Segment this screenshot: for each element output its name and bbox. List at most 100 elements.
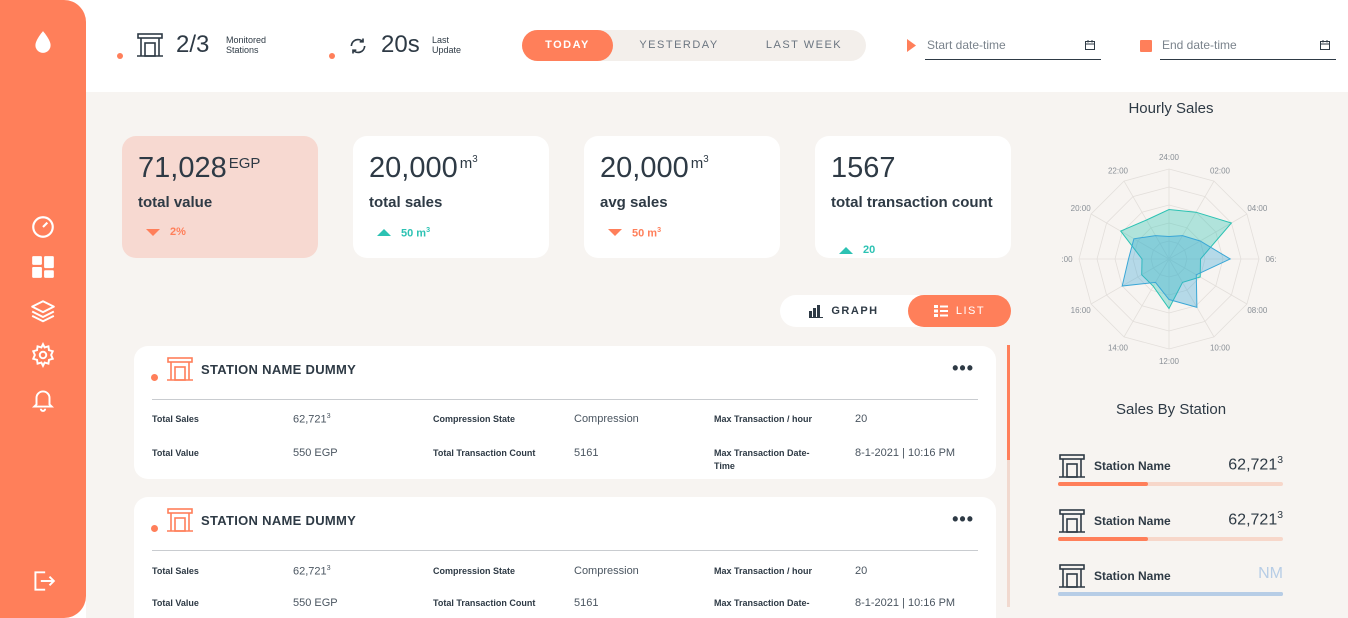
compression-label: Compression State bbox=[433, 414, 516, 424]
total-sales-value: 62,7213 bbox=[293, 564, 331, 578]
status-dot bbox=[151, 525, 158, 532]
radar-tick-label: 06: bbox=[1265, 255, 1276, 264]
kpi-total-sales: 20,000 m3 total sales 50 m3 bbox=[353, 136, 549, 258]
gas-station-icon bbox=[167, 508, 193, 532]
arrow-up-icon bbox=[839, 246, 853, 254]
total-value-value: 550 EGP bbox=[293, 597, 338, 609]
more-options-icon[interactable]: ••• bbox=[952, 358, 974, 379]
tab-last-week[interactable]: LAST WEEK bbox=[744, 30, 864, 61]
station-sales-bar bbox=[1058, 592, 1283, 596]
radar-tick-label: 04:00 bbox=[1247, 204, 1268, 213]
list-button[interactable]: LIST bbox=[908, 295, 1011, 327]
station-sales-value: NM bbox=[1258, 565, 1283, 582]
end-date-input[interactable]: End date-time bbox=[1160, 34, 1336, 60]
total-value-value: 550 EGP bbox=[293, 447, 338, 459]
header: 2/3 Monitored Stations 20s Last Update TOD… bbox=[86, 0, 1348, 92]
station-sales-row[interactable]: Station Name 62,7213 bbox=[1058, 508, 1283, 548]
station-sales-bar-fill bbox=[1058, 537, 1148, 541]
dashboard-icon[interactable] bbox=[28, 252, 58, 282]
start-date-input[interactable]: Start date-time bbox=[925, 34, 1101, 60]
drop-icon[interactable] bbox=[28, 27, 58, 57]
bell-icon[interactable] bbox=[28, 384, 58, 414]
tab-today[interactable]: TODAY bbox=[522, 30, 613, 61]
max-txn-value: 20 bbox=[855, 565, 868, 577]
radar-tick-label: 24:00 bbox=[1159, 153, 1180, 162]
status-dot bbox=[329, 53, 335, 59]
period-tabs: TODAY YESTERDAY LAST WEEK bbox=[522, 30, 866, 61]
max-txn-value: 20 bbox=[855, 413, 868, 425]
monitored-label: Monitored Stations bbox=[226, 35, 267, 55]
sales-by-station-title: Sales By Station bbox=[1115, 401, 1227, 418]
kpi-label: total sales bbox=[369, 194, 443, 211]
station-card[interactable]: STATION NAME DUMMY ••• Total Sales 62,72… bbox=[134, 497, 996, 618]
txn-count-label: Total Transaction Count bbox=[433, 448, 536, 458]
kpi-delta: 20 bbox=[839, 244, 875, 256]
gas-station-icon bbox=[1059, 509, 1085, 533]
max-dt-value: 8-1-2021 | 10:16 PM bbox=[855, 597, 956, 609]
txn-count-value: 5161 bbox=[574, 597, 599, 609]
station-sales-name: Station Name bbox=[1094, 569, 1171, 583]
refresh-icon[interactable] bbox=[348, 36, 368, 56]
logout-icon[interactable] bbox=[28, 566, 58, 596]
max-dt-label: Max Transaction Date-Time bbox=[714, 448, 810, 471]
station-sales-row[interactable]: Station Name NM bbox=[1058, 563, 1283, 603]
max-txn-label: Max Transaction / hour bbox=[714, 566, 813, 576]
sidebar bbox=[0, 0, 86, 618]
kpi-value: 20,000 m3 bbox=[600, 152, 709, 184]
hourly-sales-title: Hourly Sales bbox=[1128, 100, 1214, 117]
radar-tick-label: 02:00 bbox=[1210, 167, 1231, 176]
station-sales-bar bbox=[1058, 482, 1283, 486]
end-marker-icon bbox=[1140, 40, 1152, 52]
last-update-label: Last Update bbox=[432, 35, 462, 55]
graph-button[interactable]: GRAPH bbox=[780, 295, 908, 327]
max-txn-label: Max Transaction / hour bbox=[714, 414, 813, 424]
divider bbox=[152, 399, 978, 400]
scrollbar-thumb[interactable] bbox=[1007, 345, 1010, 460]
kpi-delta: 2% bbox=[146, 226, 186, 238]
radar-tick-label: 12:00 bbox=[1159, 357, 1180, 366]
last-update-value: 20s bbox=[381, 31, 420, 58]
calendar-icon[interactable] bbox=[1085, 40, 1095, 50]
kpi-value: 20,000 m3 bbox=[369, 152, 478, 184]
status-dot bbox=[151, 374, 158, 381]
status-dot bbox=[117, 53, 123, 59]
layers-icon[interactable] bbox=[28, 296, 58, 326]
bar-chart-icon bbox=[809, 304, 824, 318]
station-sales-name: Station Name bbox=[1094, 514, 1171, 528]
radar-series-1[interactable] bbox=[1121, 235, 1232, 308]
total-sales-value: 62,7213 bbox=[293, 412, 331, 426]
compression-value: Compression bbox=[574, 565, 639, 577]
tab-yesterday[interactable]: YESTERDAY bbox=[619, 30, 739, 61]
station-sales-bar bbox=[1058, 537, 1283, 541]
radar-tick-label: 16:00 bbox=[1071, 306, 1092, 315]
total-sales-label: Total Sales bbox=[152, 566, 199, 576]
kpi-delta: 50 m3 bbox=[377, 226, 430, 240]
txn-count-value: 5161 bbox=[574, 447, 599, 459]
kpi-value: 1567 bbox=[831, 152, 896, 184]
monitored-count: 2/3 bbox=[176, 31, 210, 58]
kpi-label: total value bbox=[138, 194, 213, 211]
gauge-icon[interactable] bbox=[28, 212, 58, 242]
arrow-down-icon bbox=[608, 229, 622, 237]
station-sales-value: 62,7213 bbox=[1228, 455, 1283, 474]
total-value-label: Total Value bbox=[152, 448, 199, 458]
radar-tick-label: 14:00 bbox=[1108, 343, 1129, 352]
radar-tick-label: 10:00 bbox=[1210, 343, 1231, 352]
gear-icon[interactable] bbox=[28, 340, 58, 370]
station-sales-bar-fill bbox=[1058, 482, 1148, 486]
radar-tick-label: 22:00 bbox=[1108, 167, 1129, 176]
gas-station-icon bbox=[167, 357, 193, 381]
list-icon bbox=[933, 305, 948, 317]
divider bbox=[152, 550, 978, 551]
total-sales-label: Total Sales bbox=[152, 414, 199, 424]
station-card[interactable]: STATION NAME DUMMY ••• Total Sales 62,72… bbox=[134, 346, 996, 479]
compression-label: Compression State bbox=[433, 566, 516, 576]
kpi-label: total transaction count bbox=[831, 194, 993, 211]
txn-count-label: Total Transaction Count bbox=[433, 598, 536, 608]
station-sales-row[interactable]: Station Name 62,7213 bbox=[1058, 453, 1283, 493]
kpi-transaction-count: 1567 total transaction count 20 bbox=[815, 136, 1011, 258]
more-options-icon[interactable]: ••• bbox=[952, 509, 974, 530]
calendar-icon[interactable] bbox=[1320, 40, 1330, 50]
kpi-avg-sales: 20,000 m3 avg sales 50 m3 bbox=[584, 136, 780, 258]
arrow-down-icon bbox=[146, 228, 160, 236]
